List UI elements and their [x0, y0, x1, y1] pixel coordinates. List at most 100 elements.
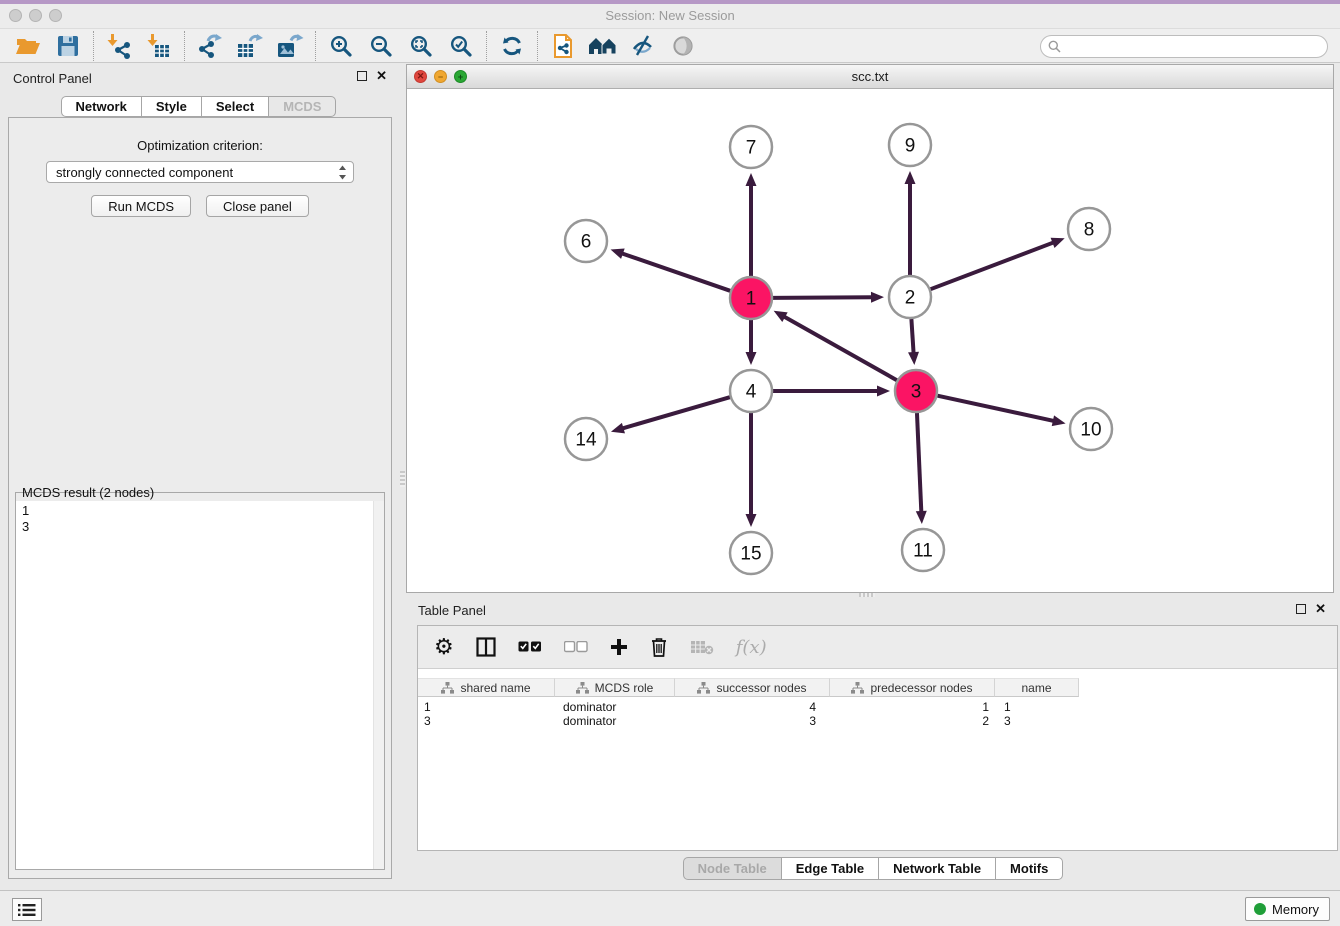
cell-mcds-role[interactable]: dominator [555, 697, 675, 713]
close-panel-icon[interactable]: ✕ [376, 70, 387, 82]
workspace: ✕ − + scc.txt 7968124314101511 Table Pan… [406, 63, 1334, 890]
cell-name[interactable]: 1 [995, 697, 1079, 713]
table-settings-icon[interactable]: ⚙ [434, 636, 454, 658]
export-network-button[interactable] [190, 30, 230, 62]
graph-edge-arrow [746, 514, 757, 527]
memory-button[interactable]: Memory [1245, 897, 1330, 921]
column-header-name[interactable]: name [995, 678, 1079, 697]
zoom-fit-button[interactable] [401, 30, 441, 62]
cell-predecessor-nodes[interactable]: 1 [830, 697, 995, 713]
zoom-in-icon [329, 34, 353, 58]
import-network-icon [106, 33, 132, 59]
search-icon [1048, 40, 1061, 53]
cell-mcds-role[interactable]: dominator [555, 713, 675, 729]
cell-successor-nodes[interactable]: 3 [675, 713, 830, 729]
select-stepper-icon [338, 165, 347, 183]
tab-motifs[interactable]: Motifs [995, 857, 1063, 880]
cell-name[interactable]: 3 [995, 713, 1079, 729]
refresh-layout-button[interactable] [492, 30, 532, 62]
mcds-result-list[interactable]: 1 3 [16, 501, 384, 869]
import-table-icon [146, 33, 172, 59]
table-row[interactable]: 3 dominator 3 2 3 [418, 713, 1337, 729]
delete-table-disabled-icon [690, 639, 714, 655]
tab-style[interactable]: Style [141, 96, 202, 117]
float-panel-icon[interactable] [357, 71, 367, 81]
graph-edge-4-14[interactable] [622, 397, 730, 428]
zoom-in-button[interactable] [321, 30, 361, 62]
graph-edge-3-11[interactable] [917, 413, 921, 513]
column-header-mcds-role[interactable]: MCDS role [555, 678, 675, 697]
close-panel-button[interactable]: Close panel [206, 195, 309, 217]
export-table-button[interactable] [230, 30, 270, 62]
zoom-out-button[interactable] [361, 30, 401, 62]
optimization-criterion-label: Optimization criterion: [9, 138, 391, 153]
run-mcds-button[interactable]: Run MCDS [91, 195, 191, 217]
graph-node-label: 14 [575, 430, 597, 451]
cell-predecessor-nodes[interactable]: 2 [830, 713, 995, 729]
delete-icon[interactable] [650, 637, 668, 657]
splitpane-grip-vertical[interactable] [400, 471, 405, 487]
deselect-all-icon[interactable] [564, 641, 588, 653]
float-panel-icon[interactable] [1296, 604, 1306, 614]
zoom-selected-button[interactable] [441, 30, 481, 62]
tab-network[interactable]: Network [61, 96, 142, 117]
graph-edge-3-1[interactable] [784, 316, 897, 380]
open-folder-icon [15, 35, 41, 57]
tab-select[interactable]: Select [201, 96, 269, 117]
graph-edge-2-3[interactable] [911, 319, 913, 354]
table-tabs: Node Table Edge Table Network Table Moti… [406, 857, 1340, 880]
import-network-button[interactable] [99, 30, 139, 62]
select-all-icon[interactable] [518, 641, 542, 653]
columns-icon[interactable] [476, 637, 496, 657]
toolbar-separator [184, 31, 185, 61]
network-overview-button[interactable] [583, 30, 623, 62]
node-table: ⚙ [417, 625, 1338, 851]
graph-edge-1-6[interactable] [621, 253, 730, 291]
add-icon[interactable] [610, 638, 628, 656]
clone-network-button[interactable] [543, 30, 583, 62]
cell-shared-name[interactable]: 1 [418, 697, 555, 713]
network-canvas[interactable]: 7968124314101511 [407, 89, 1333, 592]
control-panel-title: Control Panel [13, 71, 92, 86]
control-panel-tabs: Network Style Select MCDS [0, 96, 397, 117]
search-input[interactable] [1061, 37, 1327, 56]
tab-mcds[interactable]: MCDS [268, 96, 336, 117]
node-table-grid: shared name MCDS role successor nodes [418, 678, 1337, 729]
search-box[interactable] [1040, 35, 1328, 58]
column-header-shared-name[interactable]: shared name [418, 678, 555, 697]
save-session-button[interactable] [48, 30, 88, 62]
save-icon [57, 35, 79, 57]
graph-edge-1-2[interactable] [773, 297, 873, 298]
show-hide-panels-button[interactable] [623, 30, 663, 62]
mcds-result-item[interactable]: 1 [16, 503, 384, 519]
network-graph[interactable]: 7968124314101511 [407, 89, 1333, 592]
table-header-row: shared name MCDS role successor nodes [418, 678, 1337, 697]
open-session-button[interactable] [8, 30, 48, 62]
export-image-button[interactable] [270, 30, 310, 62]
table-row[interactable]: 1 dominator 4 1 1 [418, 697, 1337, 713]
graph-edge-2-8[interactable] [931, 242, 1054, 289]
task-history-button[interactable] [12, 898, 42, 921]
import-table-button[interactable] [139, 30, 179, 62]
graph-edge-3-10[interactable] [937, 396, 1054, 421]
criterion-select[interactable]: strongly connected component [46, 161, 354, 183]
column-header-predecessor-nodes[interactable]: predecessor nodes [830, 678, 995, 697]
tab-network-table[interactable]: Network Table [878, 857, 996, 880]
graph-node-label: 8 [1084, 220, 1095, 241]
export-image-icon [276, 33, 304, 59]
graph-edge-arrow [905, 171, 916, 184]
refresh-icon [500, 34, 524, 58]
cell-shared-name[interactable]: 3 [418, 713, 555, 729]
column-header-successor-nodes[interactable]: successor nodes [675, 678, 830, 697]
tree-icon [851, 682, 864, 694]
result-scrollbar[interactable] [373, 501, 384, 869]
control-panel: Control Panel ✕ Network Style Select MCD… [0, 63, 397, 890]
tab-node-table[interactable]: Node Table [683, 857, 782, 880]
cell-successor-nodes[interactable]: 4 [675, 697, 830, 713]
tree-icon [697, 682, 710, 694]
tab-edge-table[interactable]: Edge Table [781, 857, 879, 880]
appearance-disabled-button [663, 30, 703, 62]
graph-node-label: 7 [746, 138, 757, 159]
close-panel-icon[interactable]: ✕ [1315, 603, 1326, 615]
mcds-result-item[interactable]: 3 [16, 519, 384, 535]
